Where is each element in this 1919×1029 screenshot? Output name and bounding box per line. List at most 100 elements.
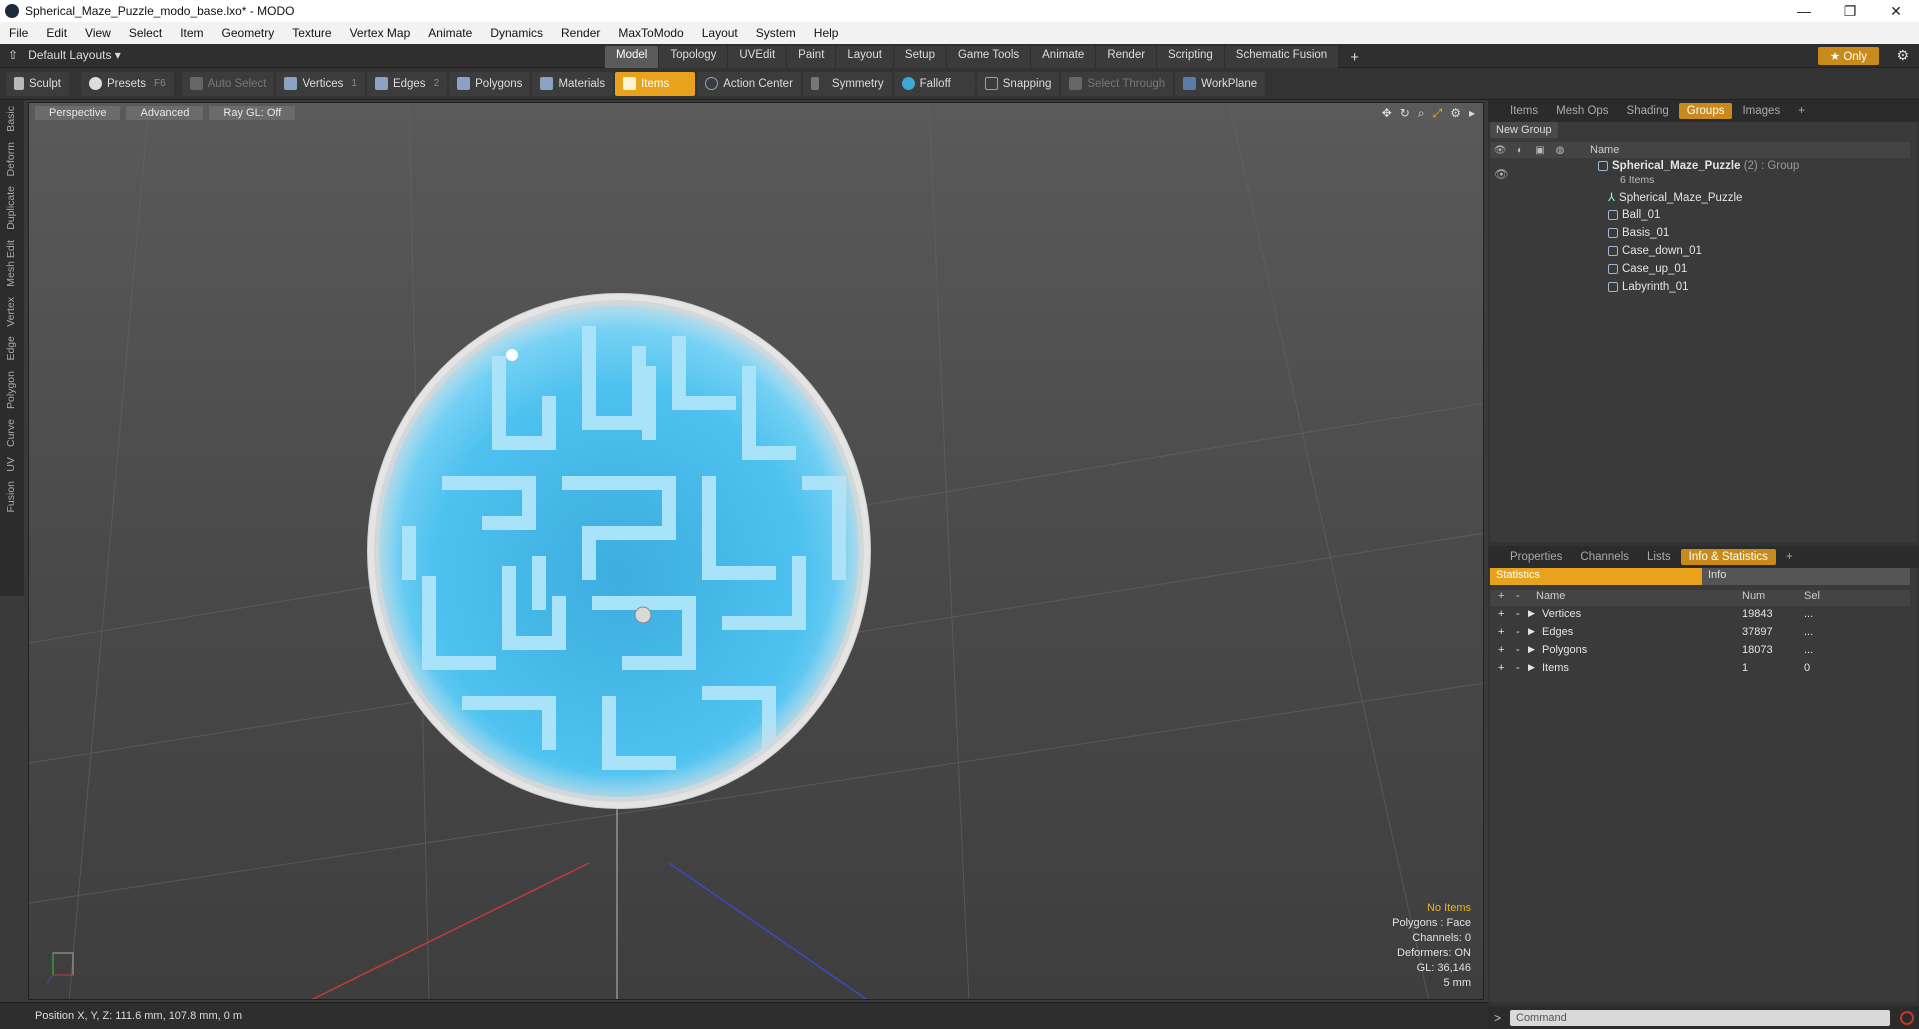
shading-dropdown[interactable]: Advanced (126, 106, 204, 120)
tree-item[interactable]: ⅄ Spherical_Maze_Puzzle (1490, 188, 1910, 206)
menu-file[interactable]: File (0, 26, 37, 40)
lefttab-edge[interactable]: Edge (5, 336, 17, 361)
layout-dropdown[interactable]: Default Layouts ▾ (28, 48, 121, 62)
menu-maxtomodo[interactable]: MaxToModo (609, 26, 692, 40)
pan-icon[interactable]: ✥ (1382, 106, 1392, 121)
tab-images[interactable]: Images (1734, 103, 1788, 119)
menu-system[interactable]: System (747, 26, 805, 40)
expand-arrow-icon[interactable]: ▶ (1528, 662, 1535, 673)
zoom-icon[interactable]: ⌕ (1418, 106, 1425, 121)
polygons-button[interactable]: Polygons (449, 71, 531, 96)
lefttab-mesh-edit[interactable]: Mesh Edit (5, 240, 17, 287)
lefttab-vertex[interactable]: Vertex (5, 297, 17, 327)
layout-collapse-icon[interactable]: ⇧ (8, 48, 18, 62)
tab-items[interactable]: Items (1502, 103, 1546, 119)
tab-game-tools[interactable]: Game Tools (946, 46, 1031, 69)
edges-button[interactable]: Edges 2 (366, 71, 448, 96)
expand-all-icon[interactable]: + (1498, 590, 1504, 602)
presets-button[interactable]: Presets F6 (80, 71, 174, 96)
3d-viewport[interactable]: Perspective Advanced Ray GL: Off ✥ ↻ ⌕ ⤢… (28, 102, 1484, 1000)
raygl-toggle[interactable]: Ray GL: Off (209, 106, 296, 120)
items-button[interactable]: Items (615, 71, 696, 96)
menu-geometry[interactable]: Geometry (213, 26, 284, 40)
stats-row[interactable]: + - ▶ Vertices 19843 ... (1490, 608, 1910, 626)
workplane-button[interactable]: WorkPlane (1175, 71, 1266, 96)
record-icon[interactable] (1900, 1010, 1914, 1025)
tab-layout[interactable]: Layout (836, 46, 893, 69)
lefttab-basic[interactable]: Basic (5, 106, 17, 132)
stats-row[interactable]: + - ▶ Polygons 18073 ... (1490, 644, 1910, 662)
tab-paint[interactable]: Paint (787, 46, 836, 69)
maximize-button[interactable]: ❐ (1827, 3, 1873, 20)
lefttab-fusion[interactable]: Fusion (5, 481, 17, 513)
menu-render[interactable]: Render (552, 26, 609, 40)
action-center-button[interactable]: Action Center (697, 71, 801, 96)
vertices-button[interactable]: Vertices 1 (276, 71, 365, 96)
menu-select[interactable]: Select (120, 26, 171, 40)
menu-layout[interactable]: Layout (693, 26, 747, 40)
add-tab-button[interactable]: + (1339, 46, 1370, 69)
expand-arrow-icon[interactable]: ▶ (1528, 644, 1535, 655)
snapping-button[interactable]: Snapping (976, 71, 1060, 96)
menu-dynamics[interactable]: Dynamics (481, 26, 552, 40)
expand-arrow-icon[interactable]: ▶ (1528, 626, 1535, 637)
materials-button[interactable]: Materials (532, 71, 614, 96)
rotate-icon[interactable]: ↻ (1400, 106, 1410, 121)
tab-properties[interactable]: Properties (1502, 549, 1570, 565)
tab-groups[interactable]: Groups (1678, 103, 1733, 119)
tree-item[interactable]: Ball_01 (1490, 206, 1910, 224)
add-panel-tab-button[interactable]: + (1778, 549, 1801, 565)
symmetry-button[interactable]: Symmetry (802, 71, 892, 96)
menu-view[interactable]: View (76, 26, 120, 40)
tab-animate[interactable]: Animate (1031, 46, 1096, 69)
tab-info-statistics[interactable]: Info & Statistics (1680, 549, 1776, 565)
add-panel-tab-button[interactable]: + (1790, 103, 1813, 119)
tree-item[interactable]: Case_down_01 (1490, 242, 1910, 260)
group-row[interactable]: 👁 Spherical_Maze_Puzzle (2) : Group 6 It… (1490, 160, 1910, 188)
tab-setup[interactable]: Setup (893, 46, 946, 69)
tab-shading[interactable]: Shading (1619, 103, 1677, 119)
minimize-button[interactable]: — (1781, 3, 1827, 20)
viewport-settings-icon[interactable]: ⚙ (1450, 106, 1461, 121)
lefttab-polygon[interactable]: Polygon (5, 371, 17, 409)
expand-arrow-icon[interactable]: ▶ (1528, 608, 1535, 619)
lefttab-curve[interactable]: Curve (5, 419, 17, 447)
tab-schematic-fusion[interactable]: Schematic Fusion (1224, 46, 1339, 69)
lefttab-duplicate[interactable]: Duplicate (5, 186, 17, 230)
menu-edit[interactable]: Edit (37, 26, 76, 40)
menu-vertex-map[interactable]: Vertex Map (341, 26, 420, 40)
tree-item[interactable]: Case_up_01 (1490, 260, 1910, 278)
tree-item[interactable]: Basis_01 (1490, 224, 1910, 242)
menu-texture[interactable]: Texture (283, 26, 340, 40)
viewport-menu-icon[interactable]: ▸ (1469, 106, 1475, 121)
stats-row[interactable]: + - ▶ Edges 37897 ... (1490, 626, 1910, 644)
group-visibility-icon[interactable]: 👁 (1494, 167, 1509, 181)
command-input[interactable]: Command (1510, 1009, 1890, 1026)
tab-scripting[interactable]: Scripting (1157, 46, 1224, 69)
subtab-info[interactable]: Info (1702, 568, 1910, 585)
menu-animate[interactable]: Animate (419, 26, 481, 40)
stats-row[interactable]: + - ▶ Items 1 0 (1490, 662, 1910, 680)
falloff-button[interactable]: Falloff (893, 71, 975, 96)
fit-icon[interactable]: ⤢ (1433, 106, 1443, 121)
subtab-statistics[interactable]: Statistics (1490, 568, 1702, 585)
menu-help[interactable]: Help (805, 26, 848, 40)
sculpt-button[interactable]: Sculpt (6, 71, 69, 96)
tab-channels[interactable]: Channels (1572, 549, 1637, 565)
tree-item[interactable]: Labyrinth_01 (1490, 278, 1910, 296)
only-toggle[interactable]: ★ Only (1817, 47, 1879, 65)
tab-render[interactable]: Render (1096, 46, 1157, 69)
tab-uvedit[interactable]: UVEdit (728, 46, 787, 69)
tab-mesh-ops[interactable]: Mesh Ops (1548, 103, 1616, 119)
view-mode-dropdown[interactable]: Perspective (35, 106, 121, 120)
collapse-all-icon[interactable]: - (1516, 590, 1520, 602)
tab-model[interactable]: Model (605, 46, 659, 69)
menu-item[interactable]: Item (171, 26, 212, 40)
lefttab-uv[interactable]: UV (5, 457, 17, 472)
tab-lists[interactable]: Lists (1639, 549, 1679, 565)
lefttab-deform[interactable]: Deform (5, 142, 17, 176)
auto-select-button[interactable]: Auto Select (181, 71, 275, 96)
close-button[interactable]: ✕ (1873, 3, 1919, 20)
gear-icon[interactable]: ⚙ (1896, 47, 1909, 64)
tab-topology[interactable]: Topology (659, 46, 728, 69)
